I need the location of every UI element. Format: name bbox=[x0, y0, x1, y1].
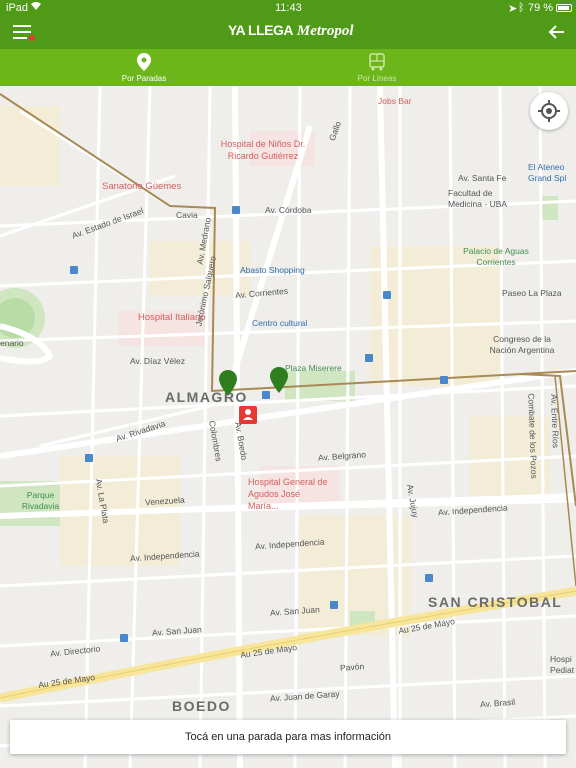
metro-station-icon bbox=[383, 291, 391, 299]
metro-station-icon bbox=[440, 376, 448, 384]
info-banner[interactable]: Tocá en una parada para mas información bbox=[10, 720, 566, 754]
poi-facultad-medicina-label: Facultad de Medicina - UBA bbox=[448, 188, 508, 209]
poi-plaza-miserere[interactable]: Plaza Miserere bbox=[285, 363, 342, 373]
street-av-santa-fe: Av. Santa Fe bbox=[458, 173, 507, 183]
poi-paseo-la-plaza[interactable]: Paseo La Plaza bbox=[502, 288, 562, 298]
street-cavia: Cavia bbox=[176, 210, 198, 220]
metro-station-icon bbox=[365, 354, 373, 362]
logo-text-metropol: Metropol bbox=[296, 23, 354, 39]
metro-station-icon bbox=[330, 601, 338, 609]
poi-facultad-medicina[interactable]: Facultad de Medicina - UBA bbox=[448, 188, 518, 210]
poi-palacio-aguas-label: Palacio de Aguas Corrientes bbox=[463, 246, 529, 267]
metro-station-icon bbox=[262, 391, 270, 399]
battery-icon bbox=[556, 4, 572, 12]
info-banner-text: Tocá en una parada para mas información bbox=[184, 731, 392, 743]
tab-label-lineas: Por Líneas bbox=[357, 74, 397, 83]
poi-el-ateneo-label: El Ateneo Grand Spl bbox=[528, 162, 567, 183]
metro-station-icon bbox=[425, 574, 433, 582]
neighborhood-san-cristobal: SAN CRISTOBAL bbox=[428, 594, 563, 610]
poi-parque-rivadavia-label: Parque Rivadavia bbox=[21, 490, 60, 511]
back-arrow-button[interactable] bbox=[548, 23, 566, 41]
neighborhood-boedo: BOEDO bbox=[172, 698, 231, 714]
map-view[interactable]: Jobs Bar Hospital de Niños Dr. Ricardo G… bbox=[0, 86, 576, 768]
poi-hospital-general[interactable]: Hospital General de Agudos José María... bbox=[248, 476, 328, 512]
hamburger-menu-button[interactable] bbox=[13, 25, 35, 41]
person-icon bbox=[243, 409, 253, 420]
poi-hospital-general-label: Hospital General de Agudos José María... bbox=[248, 477, 328, 511]
poi-congreso-label: Congreso de la Nación Argentina bbox=[489, 334, 555, 355]
bus-stop-pin[interactable] bbox=[270, 367, 288, 393]
status-bar: iPad 11:43 ➤ ᛒ 79 % bbox=[0, 0, 576, 16]
poi-parque-rivadavia[interactable]: Parque Rivadavia bbox=[18, 490, 63, 512]
app-logo: YA LLEGA Metropol bbox=[228, 22, 354, 40]
metro-station-icon bbox=[232, 206, 240, 214]
battery-percent: 79 % bbox=[528, 2, 554, 14]
bluetooth-icon: ᛒ bbox=[518, 2, 525, 14]
tab-por-paradas[interactable]: Por Paradas bbox=[54, 49, 234, 86]
metro-station-icon bbox=[70, 266, 78, 274]
poi-hospital-ninos-label: Hospital de Niños Dr. Ricardo Gutiérrez bbox=[220, 139, 306, 161]
back-arrow-icon bbox=[548, 25, 564, 39]
tab-bar: Por Paradas Por Líneas bbox=[0, 49, 576, 86]
logo-text-ya-llega: YA LLEGA bbox=[228, 22, 293, 38]
tab-label-paradas: Por Paradas bbox=[121, 74, 167, 83]
poi-hospital-pediat[interactable]: Hospi Pediat bbox=[550, 654, 576, 676]
street-av-cordoba: Av. Córdoba bbox=[265, 205, 312, 215]
map-pin-icon bbox=[137, 53, 151, 71]
poi-enario[interactable]: enario bbox=[0, 338, 24, 348]
my-location-button[interactable] bbox=[530, 92, 568, 130]
street-av-entre-rios: Av. Entre Ríos bbox=[549, 393, 561, 449]
wifi-icon bbox=[30, 1, 42, 14]
poi-centro-cultural[interactable]: Centro cultural bbox=[252, 318, 307, 328]
carrier-label: iPad bbox=[6, 2, 29, 14]
poi-hospital-pediat-label: Hospi Pediat bbox=[550, 654, 575, 675]
street-av-diaz-velez: Av. Díaz Vélez bbox=[130, 356, 185, 366]
poi-jobs-bar[interactable]: Jobs Bar bbox=[378, 96, 412, 106]
bus-stop-pin[interactable] bbox=[219, 370, 237, 396]
crosshair-icon bbox=[538, 100, 560, 122]
poi-hospital-ninos[interactable]: Hospital de Niños Dr. Ricardo Gutiérrez bbox=[218, 138, 308, 162]
metro-station-icon bbox=[85, 454, 93, 462]
tab-por-lineas[interactable]: Por Líneas bbox=[287, 49, 467, 86]
selected-stop-marker[interactable] bbox=[239, 406, 257, 424]
notification-dot bbox=[29, 35, 35, 41]
poi-el-ateneo[interactable]: El Ateneo Grand Spl bbox=[528, 162, 576, 184]
clock: 11:43 bbox=[275, 2, 302, 14]
metro-station-icon bbox=[120, 634, 128, 642]
location-arrow-icon: ➤ bbox=[508, 3, 518, 15]
poi-sanatorio-guemes[interactable]: Sanatorio Güemes bbox=[102, 181, 181, 192]
poi-palacio-aguas[interactable]: Palacio de Aguas Corrientes bbox=[456, 246, 536, 268]
bus-icon bbox=[369, 53, 385, 71]
poi-abasto-shopping[interactable]: Abasto Shopping bbox=[240, 265, 305, 275]
poi-congreso[interactable]: Congreso de la Nación Argentina bbox=[484, 334, 560, 356]
app-bar: YA LLEGA Metropol bbox=[0, 16, 576, 49]
street-pavon: Pavón bbox=[339, 661, 365, 673]
